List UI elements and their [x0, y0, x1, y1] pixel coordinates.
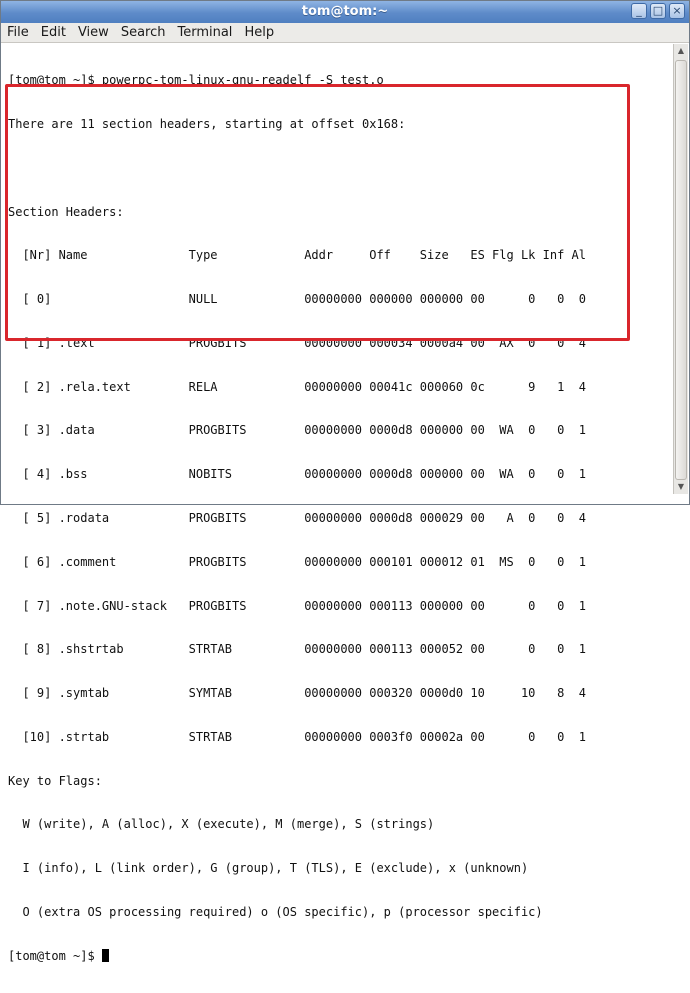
shell-prompt: [tom@tom ~]$ [8, 948, 102, 963]
vertical-scrollbar[interactable]: ▲ ▼ [673, 44, 688, 494]
menu-terminal[interactable]: Terminal [177, 25, 232, 40]
section-headers-title: Section Headers: [8, 204, 124, 219]
flags-key-line: W (write), A (alloc), X (execute), M (me… [8, 817, 435, 832]
section-row: [ 2] .rela.text RELA 00000000 00041c 000… [8, 379, 586, 394]
terminal-output[interactable]: [tom@tom ~]$ powerpc-tom-linux-gnu-reade… [2, 44, 674, 963]
menu-help[interactable]: Help [244, 25, 274, 40]
close-icon[interactable]: × [669, 3, 685, 19]
minimize-icon[interactable]: _ [631, 3, 647, 19]
terminal-window: tom@tom:~ _ □ × File Edit View Search Te… [0, 0, 690, 963]
menu-edit[interactable]: Edit [41, 25, 66, 40]
flags-key-title: Key to Flags: [8, 773, 102, 788]
maximize-icon[interactable]: □ [650, 3, 666, 19]
window-controls: _ □ × [631, 3, 685, 19]
menu-file[interactable]: File [7, 25, 29, 40]
text-cursor [101, 948, 109, 962]
section-row: [ 6] .comment PROGBITS 00000000 000101 0… [8, 554, 586, 569]
menu-bar: File Edit View Search Terminal Help [1, 23, 689, 43]
section-table-header: [Nr] Name Type Addr Off Size ES Flg Lk I… [8, 248, 586, 263]
section-row: [ 7] .note.GNU-stack PROGBITS 00000000 0… [8, 598, 586, 613]
prompt-line: [tom@tom ~]$ [8, 948, 586, 964]
terminal-line: There are 11 section headers, starting a… [8, 116, 406, 131]
section-row: [ 0] NULL 00000000 000000 000000 00 0 0 … [8, 292, 586, 307]
title-bar[interactable]: tom@tom:~ _ □ × [1, 1, 689, 24]
flags-key-line: I (info), L (link order), G (group), T (… [8, 861, 529, 876]
terminal-line: [tom@tom ~]$ powerpc-tom-linux-gnu-reade… [8, 73, 384, 88]
menu-view[interactable]: View [78, 25, 109, 40]
scroll-up-icon[interactable]: ▲ [674, 44, 688, 58]
window-title: tom@tom:~ [301, 4, 389, 19]
menu-search[interactable]: Search [121, 25, 166, 40]
section-row: [ 9] .symtab SYMTAB 00000000 000320 0000… [8, 686, 586, 701]
section-row: [ 5] .rodata PROGBITS 00000000 0000d8 00… [8, 511, 586, 525]
section-row: [ 3] .data PROGBITS 00000000 0000d8 0000… [8, 423, 586, 438]
scrollbar-thumb[interactable] [675, 60, 687, 480]
section-row: [ 8] .shstrtab STRTAB 00000000 000113 00… [8, 642, 586, 657]
section-row: [10] .strtab STRTAB 00000000 0003f0 0000… [8, 729, 586, 744]
flags-key-line: O (extra OS processing required) o (OS s… [8, 905, 543, 920]
section-row: [ 4] .bss NOBITS 00000000 0000d8 000000 … [8, 467, 586, 482]
section-row: [ 1] .text PROGBITS 00000000 000034 0000… [8, 335, 586, 350]
terminal-lines: [tom@tom ~]$ powerpc-tom-linux-gnu-reade… [8, 44, 586, 993]
scroll-down-icon[interactable]: ▼ [674, 480, 688, 494]
